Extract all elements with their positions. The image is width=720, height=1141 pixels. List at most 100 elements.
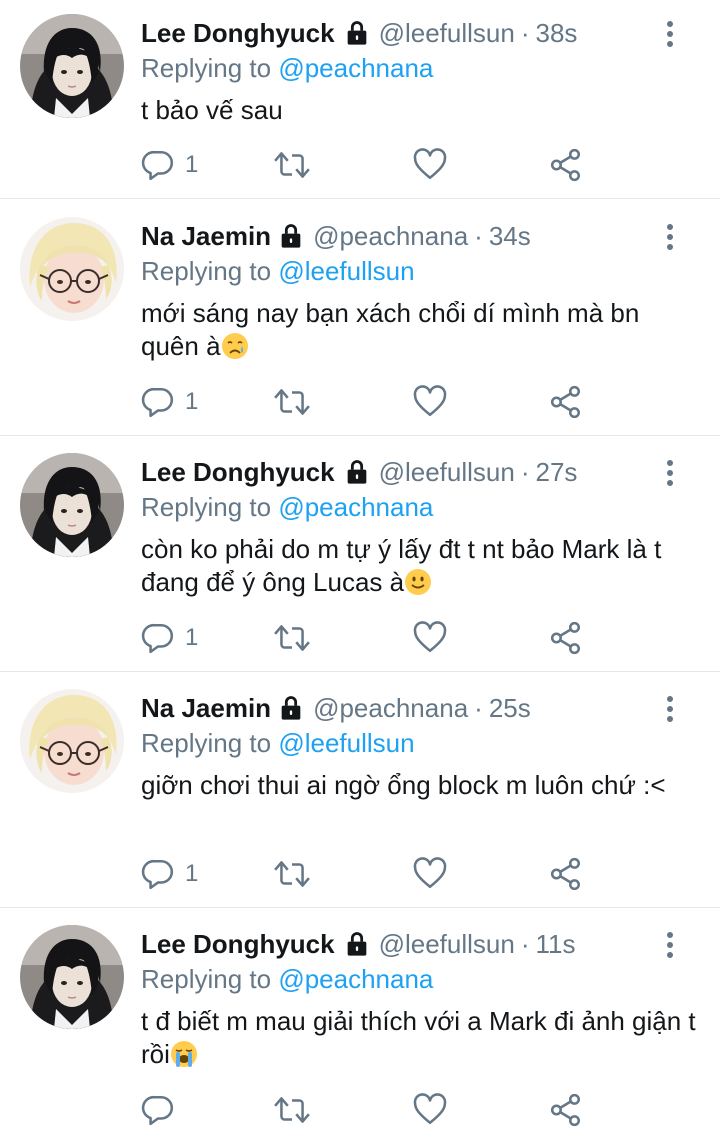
tweet-text: mới sáng nay bạn xách chổi dí mình mà bn… bbox=[141, 297, 700, 363]
share-button[interactable] bbox=[549, 618, 583, 658]
more-options-icon[interactable] bbox=[664, 459, 676, 487]
reply-icon bbox=[141, 857, 175, 891]
author-handle[interactable]: @peachnana bbox=[313, 689, 468, 727]
reply-prefix: Replying to bbox=[141, 53, 272, 83]
author-handle[interactable]: @leefullsun bbox=[379, 925, 515, 963]
reply-mention-link[interactable]: @leefullsun bbox=[278, 256, 414, 286]
reply-prefix: Replying to bbox=[141, 728, 272, 758]
replying-to: Replying to @peachnana bbox=[141, 963, 700, 995]
author-handle[interactable]: @peachnana bbox=[313, 217, 468, 255]
author-name[interactable]: Na Jaemin bbox=[141, 689, 271, 727]
timestamp[interactable]: 38s bbox=[536, 14, 578, 52]
reply-prefix: Replying to bbox=[141, 492, 272, 522]
share-button[interactable] bbox=[549, 1090, 583, 1130]
timestamp[interactable]: 25s bbox=[489, 689, 531, 727]
like-button[interactable] bbox=[413, 1090, 447, 1130]
replying-to: Replying to @peachnana bbox=[141, 491, 700, 523]
separator: · bbox=[520, 457, 530, 487]
replying-to: Replying to @peachnana bbox=[141, 52, 700, 84]
reply-icon bbox=[141, 385, 175, 419]
reply-mention-link[interactable]: @peachnana bbox=[278, 964, 433, 994]
author-handle[interactable]: @leefullsun bbox=[379, 14, 515, 52]
avatar[interactable] bbox=[20, 14, 124, 118]
reply-icon bbox=[141, 1093, 175, 1127]
heart-icon bbox=[413, 1093, 447, 1127]
more-options-icon[interactable] bbox=[664, 695, 676, 723]
retweet-button[interactable] bbox=[273, 1090, 311, 1130]
share-button[interactable] bbox=[549, 382, 583, 422]
retweet-button[interactable] bbox=[273, 382, 311, 422]
reply-icon bbox=[141, 621, 175, 655]
separator: · bbox=[520, 18, 530, 48]
tweet[interactable]: Na Jaemin @peachnana · 25s Replying to @… bbox=[0, 675, 720, 908]
retweet-icon bbox=[273, 1093, 311, 1127]
reply-count: 1 bbox=[185, 860, 199, 887]
share-icon bbox=[549, 385, 583, 419]
like-button[interactable] bbox=[413, 382, 447, 422]
retweet-icon bbox=[273, 148, 311, 182]
reply-mention-link[interactable]: @peachnana bbox=[278, 53, 433, 83]
tweet-text: còn ko phải do m tự ý lấy đt t nt bảo Ma… bbox=[141, 533, 700, 599]
reply-count: 1 bbox=[185, 388, 199, 415]
heart-icon bbox=[413, 148, 447, 182]
tweet-text-body: t đ biết m mau giải thích với a Mark đi … bbox=[141, 1006, 696, 1069]
more-options-icon[interactable] bbox=[664, 223, 676, 251]
avatar[interactable] bbox=[20, 925, 124, 1029]
author-name[interactable]: Na Jaemin bbox=[141, 217, 271, 255]
replying-to: Replying to @leefullsun bbox=[141, 727, 700, 759]
like-button[interactable] bbox=[413, 854, 447, 894]
timestamp[interactable]: 27s bbox=[536, 453, 578, 491]
avatar[interactable] bbox=[20, 217, 124, 321]
author-handle[interactable]: @leefullsun bbox=[379, 453, 515, 491]
reply-icon bbox=[141, 148, 175, 182]
lock-icon bbox=[343, 458, 371, 486]
more-options-icon[interactable] bbox=[664, 931, 676, 959]
tweet[interactable]: Lee Donghyuck @leefullsun · 38s Replying… bbox=[0, 0, 720, 199]
retweet-button[interactable] bbox=[273, 145, 311, 185]
tweet-text-body: t bảo vế sau bbox=[141, 95, 283, 125]
share-button[interactable] bbox=[549, 854, 583, 894]
retweet-icon bbox=[273, 857, 311, 891]
like-button[interactable] bbox=[413, 618, 447, 658]
reply-button[interactable] bbox=[141, 1090, 185, 1130]
reply-count: 1 bbox=[185, 151, 199, 178]
tweet-text-body: mới sáng nay bạn xách chổi dí mình mà bn… bbox=[141, 298, 640, 361]
tweet[interactable]: Lee Donghyuck @leefullsun · 27s Replying… bbox=[0, 439, 720, 672]
avatar[interactable] bbox=[20, 689, 124, 793]
reply-count: 1 bbox=[185, 624, 199, 651]
reply-prefix: Replying to bbox=[141, 964, 272, 994]
reply-button[interactable]: 1 bbox=[141, 618, 198, 658]
timestamp[interactable]: 11s bbox=[536, 925, 576, 963]
reply-button[interactable]: 1 bbox=[141, 382, 198, 422]
reply-mention-link[interactable]: @peachnana bbox=[278, 492, 433, 522]
tweet[interactable]: Lee Donghyuck @leefullsun · 11s Replying… bbox=[0, 911, 720, 1141]
separator: · bbox=[474, 693, 483, 723]
reply-button[interactable]: 1 bbox=[141, 854, 198, 894]
tweet-text-body: còn ko phải do m tự ý lấy đt t nt bảo Ma… bbox=[141, 534, 662, 597]
like-button[interactable] bbox=[413, 145, 447, 185]
timestamp[interactable]: 34s bbox=[489, 217, 531, 255]
retweet-button[interactable] bbox=[273, 618, 311, 658]
retweet-icon bbox=[273, 385, 311, 419]
lock-icon bbox=[343, 930, 371, 958]
replying-to: Replying to @leefullsun bbox=[141, 255, 700, 287]
reply-mention-link[interactable]: @leefullsun bbox=[278, 728, 414, 758]
share-icon bbox=[549, 857, 583, 891]
loudly-crying-face-emoji bbox=[170, 1040, 198, 1068]
tweet-text: t đ biết m mau giải thích với a Mark đi … bbox=[141, 1005, 700, 1071]
tweet-text: t bảo vế sau bbox=[141, 94, 700, 127]
author-name[interactable]: Lee Donghyuck bbox=[141, 14, 335, 52]
lock-icon bbox=[343, 19, 371, 47]
heart-icon bbox=[413, 385, 447, 419]
author-name[interactable]: Lee Donghyuck bbox=[141, 453, 335, 491]
author-name[interactable]: Lee Donghyuck bbox=[141, 925, 335, 963]
tweet-text: giỡn chơi thui ai ngờ ổng block m luôn c… bbox=[141, 769, 700, 802]
avatar[interactable] bbox=[20, 453, 124, 557]
tweet[interactable]: Na Jaemin @peachnana · 34s Replying to @… bbox=[0, 203, 720, 436]
share-icon bbox=[549, 1093, 583, 1127]
reply-button[interactable]: 1 bbox=[141, 145, 198, 185]
share-button[interactable] bbox=[549, 145, 583, 185]
more-options-icon[interactable] bbox=[664, 20, 676, 48]
retweet-button[interactable] bbox=[273, 854, 311, 894]
heart-icon bbox=[413, 621, 447, 655]
